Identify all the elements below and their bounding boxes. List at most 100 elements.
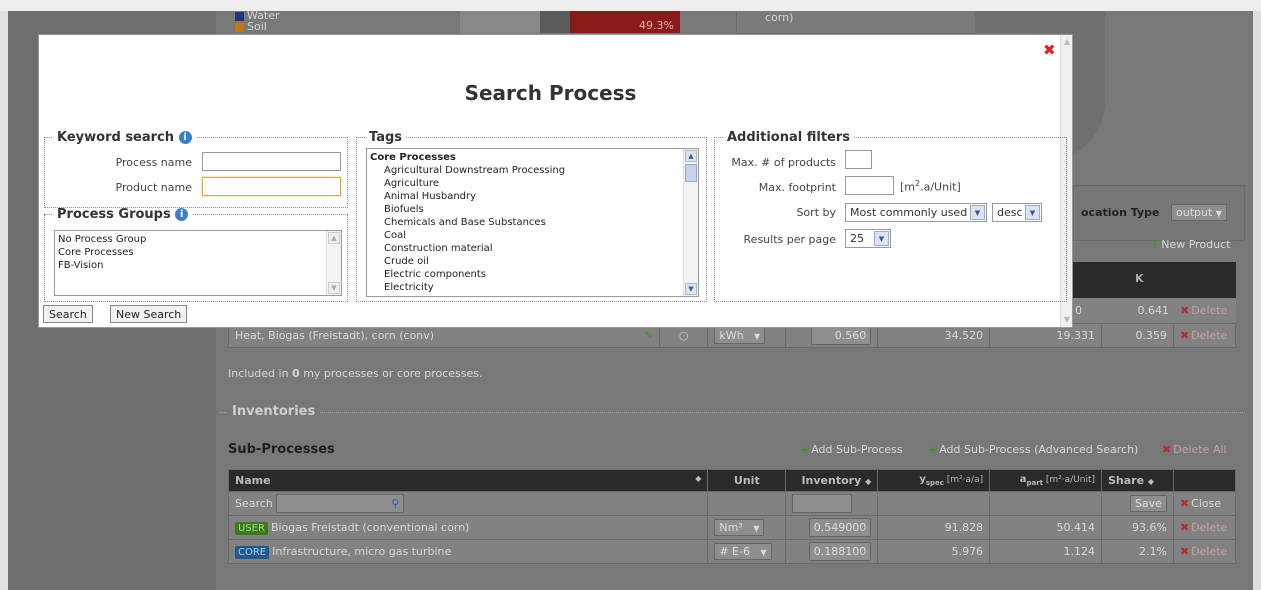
unit-select[interactable]: # E-6 ▼ bbox=[714, 543, 772, 560]
footprint-unit: [m2.a/Unit] bbox=[900, 179, 961, 194]
save-button[interactable]: Save bbox=[1129, 495, 1167, 512]
add-subprocess-link[interactable]: + Add Sub-Process bbox=[800, 443, 903, 456]
add-subprocess-advanced-link[interactable]: + Add Sub-Process (Advanced Search) bbox=[928, 443, 1138, 456]
unit-select[interactable]: kWh ▼ bbox=[714, 327, 766, 344]
results-per-page-select[interactable]: 25 ▼ bbox=[845, 229, 891, 248]
chart-legend: Water Soil bbox=[235, 10, 280, 33]
scroll-up-icon[interactable]: ▲ bbox=[1062, 37, 1072, 47]
header-apart[interactable]: apart [m²·a/Unit] bbox=[989, 469, 1102, 492]
process-groups-title: Process Groups bbox=[57, 207, 171, 222]
scroll-thumb[interactable] bbox=[685, 164, 697, 182]
info-icon[interactable]: i bbox=[178, 131, 192, 144]
product-name: Heat, Biogas (Freistadt), corn (conv) bbox=[235, 329, 435, 342]
scroll-down-icon[interactable]: ▼ bbox=[685, 283, 697, 295]
close-icon[interactable]: ✖ bbox=[1043, 41, 1056, 59]
name-cell: USER Biogas Freistadt (conventional corn) bbox=[227, 515, 709, 540]
new-product-link[interactable]: + New Product bbox=[1150, 238, 1230, 251]
delete-button[interactable]: ✖ Delete bbox=[1180, 545, 1227, 558]
close-button[interactable]: ✖ Close bbox=[1180, 497, 1221, 510]
filler-cell bbox=[989, 491, 1102, 516]
legend-label-soil: Soil bbox=[247, 20, 267, 33]
radio-icon[interactable]: ○ bbox=[679, 329, 689, 342]
chevron-down-icon: ▼ bbox=[874, 231, 889, 246]
inventory-input[interactable]: 0.549000 bbox=[808, 518, 872, 537]
products-table-header: K bbox=[1073, 262, 1236, 298]
process-name-input[interactable] bbox=[202, 152, 341, 171]
tag-item[interactable]: Agricultural Downstream Processing bbox=[367, 164, 698, 177]
inventory-filter-cell bbox=[785, 491, 879, 516]
scroll-up-icon[interactable]: ▲ bbox=[328, 232, 340, 244]
delete-all-button[interactable]: ✖ Delete All bbox=[1162, 443, 1227, 456]
header-actions bbox=[1172, 469, 1237, 492]
additional-filters-title: Additional filters bbox=[727, 130, 851, 145]
tag-item[interactable]: Coal bbox=[367, 229, 698, 242]
row1-delete-button[interactable]: ✖ Delete bbox=[1180, 304, 1227, 317]
max-products-input[interactable] bbox=[845, 150, 872, 169]
groups-scrollbar[interactable]: ▲ ▼ bbox=[326, 231, 341, 295]
tag-item[interactable]: Construction material bbox=[367, 242, 698, 255]
sort-by-select[interactable]: Most commonly used ▼ bbox=[845, 203, 987, 222]
process-group-item[interactable]: No Process Group bbox=[55, 233, 341, 246]
search-process-dialog: ▲ ▼ ✖ Search Process Keyword search i Pr… bbox=[38, 34, 1073, 328]
sort-by-value: Most commonly used bbox=[850, 206, 968, 219]
delete-button[interactable]: ✖ Delete bbox=[1180, 521, 1227, 534]
sort-icon: ◆ bbox=[695, 474, 702, 483]
process-groups-list[interactable]: No Process Group Core Processes FB-Vision … bbox=[54, 230, 342, 296]
save-cell: Save bbox=[1101, 491, 1174, 516]
tags-scrollbar[interactable]: ▲ ▼ bbox=[683, 149, 698, 296]
search-label: Search bbox=[235, 497, 273, 510]
name-cell: CORE Infrastructure, micro gas turbine bbox=[227, 539, 709, 564]
inventory-cell: 0.549000 bbox=[785, 515, 879, 540]
included-suffix: my processes or core processes. bbox=[299, 367, 483, 380]
search-input[interactable]: ⚲ bbox=[276, 494, 405, 513]
scroll-down-icon[interactable]: ▼ bbox=[1062, 315, 1072, 325]
row1-val: 0 bbox=[1075, 304, 1082, 317]
tag-item[interactable]: Electric components bbox=[367, 268, 698, 281]
table-row: USER Biogas Freistadt (conventional corn)… bbox=[227, 515, 1237, 540]
delete-icon: ✖ bbox=[1180, 304, 1190, 317]
delete-all-label: Delete All bbox=[1173, 443, 1227, 456]
sort-order-select[interactable]: desc ▼ bbox=[992, 203, 1042, 222]
delete-icon: ✖ bbox=[1179, 545, 1190, 558]
info-icon[interactable]: i bbox=[175, 208, 189, 221]
unit-cell: Nm³ ▼ bbox=[707, 515, 787, 540]
header-yspec[interactable]: yspec [m²·a/a] bbox=[877, 469, 991, 492]
inventory-input[interactable]: 0.188100 bbox=[808, 542, 872, 561]
tag-item[interactable]: Agriculture bbox=[367, 177, 698, 190]
tag-item[interactable]: Animal Husbandry bbox=[367, 190, 698, 203]
scroll-down-icon[interactable]: ▼ bbox=[328, 282, 340, 294]
search-button[interactable]: Search bbox=[43, 305, 93, 323]
footprint-unit-suffix: .a/Unit] bbox=[920, 180, 961, 194]
header-name[interactable]: Name ◆ bbox=[227, 469, 709, 492]
add-subprocess-label: Add Sub-Process bbox=[811, 443, 903, 456]
close-cell: ✖ Close bbox=[1172, 491, 1237, 516]
filler-cell bbox=[877, 491, 991, 516]
tag-item[interactable]: Biofuels bbox=[367, 203, 698, 216]
process-groups-legend: Process Groups i bbox=[53, 207, 192, 222]
amount-input[interactable]: 0.560 bbox=[811, 326, 872, 345]
inventories-title: Inventories bbox=[228, 404, 320, 419]
allocation-type-select[interactable]: output ▼ bbox=[1171, 204, 1227, 221]
new-search-button[interactable]: New Search bbox=[110, 305, 188, 323]
process-group-item[interactable]: Core Processes bbox=[55, 246, 341, 259]
max-footprint-input[interactable] bbox=[845, 176, 894, 195]
table-filter-row: Search ⚲ Save ✖ Close bbox=[227, 491, 1237, 516]
unit-select[interactable]: Nm³ ▼ bbox=[714, 519, 765, 536]
tag-item[interactable]: Chemicals and Base Substances bbox=[367, 216, 698, 229]
core-tag: CORE bbox=[235, 546, 270, 559]
max-products-label: Max. # of products bbox=[731, 156, 836, 169]
tag-item[interactable]: Electricity bbox=[367, 281, 698, 294]
tag-item[interactable]: Crude oil bbox=[367, 255, 698, 268]
row2-delete-button[interactable]: ✖ Delete bbox=[1180, 329, 1227, 342]
process-group-item[interactable]: FB-Vision bbox=[55, 259, 341, 272]
inventory-filter-input[interactable] bbox=[792, 494, 853, 513]
tag-group-core-processes[interactable]: Core Processes bbox=[367, 151, 698, 164]
product-name-input[interactable] bbox=[202, 177, 341, 196]
tags-list[interactable]: Core Processes Agricultural Downstream P… bbox=[366, 148, 699, 297]
header-inventory[interactable]: Inventory ◆ bbox=[785, 469, 879, 492]
scroll-up-icon[interactable]: ▲ bbox=[685, 150, 697, 162]
pie-slice-dark bbox=[540, 11, 570, 33]
pencil-icon[interactable]: ✎ bbox=[644, 329, 653, 342]
header-share[interactable]: Share ◆ bbox=[1101, 469, 1174, 492]
header-unit[interactable]: Unit bbox=[707, 469, 787, 492]
